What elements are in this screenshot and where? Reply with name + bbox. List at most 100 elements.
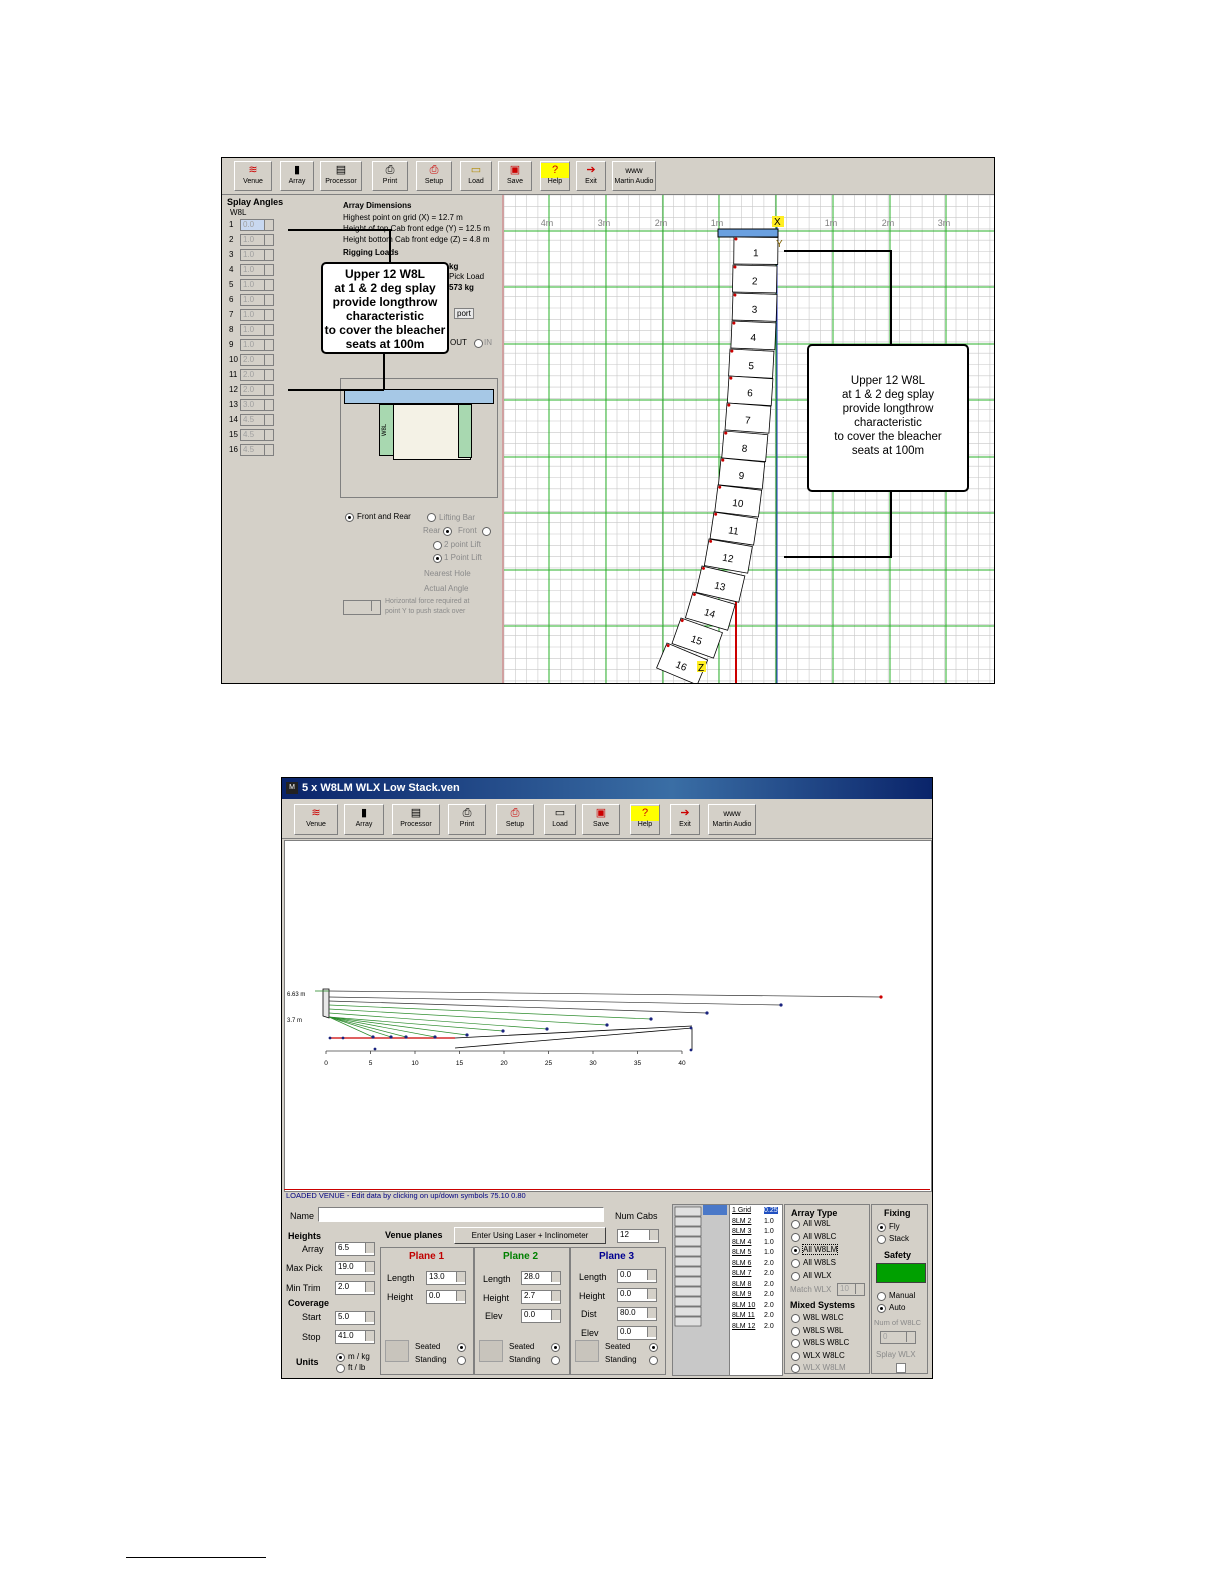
min-trim-label: Min Trim <box>286 1283 321 1293</box>
array-type-radio[interactable] <box>791 1259 800 1268</box>
mixed-systems-label: Mixed Systems <box>790 1300 856 1310</box>
cabinet-thumbnail <box>674 1306 702 1317</box>
unit-metric-radio[interactable] <box>336 1353 345 1362</box>
cabinet-list-angle[interactable]: 2.0 <box>764 1323 774 1330</box>
venue-button[interactable]: ≋ Venue <box>294 804 338 835</box>
array-type-radio[interactable] <box>791 1220 800 1229</box>
plane-3-dist-spinner[interactable]: 80.0 <box>617 1307 657 1321</box>
stop-spinner[interactable]: 41.0 <box>335 1330 375 1344</box>
plane-3-standing: Standing <box>605 1355 637 1364</box>
cabinet-list-name[interactable]: 8LM 7 <box>732 1270 751 1277</box>
plane-2-box: Plane 2 Length 28.0 Height 2.7 Elev 0.0 … <box>474 1247 570 1375</box>
cabinet-list-angle[interactable]: 1.0 <box>764 1218 774 1225</box>
cabinet-list-name[interactable]: 1 Grid <box>732 1207 751 1214</box>
cabinet-list-name[interactable]: 8LM 3 <box>732 1228 751 1235</box>
min-trim-spinner[interactable]: 2.0 <box>335 1281 375 1295</box>
save-button[interactable]: ▣ Save <box>582 804 620 835</box>
plane-3-standing-radio[interactable] <box>649 1356 658 1365</box>
plane-3-elev-spinner[interactable]: 0.0 <box>617 1326 657 1340</box>
plane-3-seated-radio[interactable] <box>649 1343 658 1352</box>
plane-1-length-spinner[interactable]: 13.0 <box>426 1271 466 1285</box>
cabinet-number: 3 <box>752 305 758 316</box>
array-type-radio[interactable] <box>791 1272 800 1281</box>
plane-2-elev-spinner[interactable]: 0.0 <box>521 1309 561 1323</box>
cabinet-list-name[interactable]: 8LM 6 <box>732 1260 751 1267</box>
coverage-point <box>433 1035 437 1039</box>
match-wlx-spinner[interactable]: 10 <box>837 1283 865 1296</box>
grid-axis-label: 1m <box>825 218 838 228</box>
mixed-system-radio[interactable] <box>791 1351 800 1361</box>
array-type-radio[interactable] <box>791 1246 800 1255</box>
plane-3-height-spinner[interactable]: 0.0 <box>617 1288 657 1302</box>
array-height-spinner[interactable]: 6.5 <box>335 1242 375 1256</box>
mixed-system-radio[interactable] <box>791 1314 800 1323</box>
fly-radio[interactable] <box>877 1223 886 1232</box>
callout-line: to cover the bleacher <box>324 323 446 337</box>
cabinet-list-name[interactable]: 8LM 11 <box>732 1312 755 1319</box>
plane-1-height-spinner[interactable]: 0.0 <box>426 1290 466 1304</box>
laser-button[interactable]: Enter Using Laser + Inclinometer <box>454 1227 606 1244</box>
coverage-ray <box>328 996 782 1006</box>
array-type-radio[interactable] <box>791 1233 800 1242</box>
cabinet-list-angle[interactable]: 1.0 <box>764 1239 774 1246</box>
cabinet-list-angle[interactable]: 2.0 <box>764 1281 774 1288</box>
plane-outline <box>330 1025 693 1039</box>
processor-button[interactable]: ▤ Processor <box>392 804 440 835</box>
exit-button[interactable]: ➔ Exit <box>670 804 700 835</box>
cabinet-list-angle[interactable]: 2.0 <box>764 1270 774 1277</box>
cabinet-thumbnail <box>674 1206 702 1217</box>
splay-wlx-checkbox[interactable] <box>896 1363 906 1373</box>
print-button[interactable]: ⎙ Print <box>448 804 486 835</box>
cabinet-list-angle[interactable]: 2.0 <box>764 1302 774 1309</box>
unit-imperial-radio[interactable] <box>336 1364 345 1373</box>
cabinet-list[interactable]: 1 Grid 0.25 8LM 2 1.0 8LM 3 1.0 8LM 4 1.0 8LM 5 1… <box>729 1204 783 1376</box>
array-label: Array <box>355 821 373 828</box>
mixed-system-radio[interactable] <box>791 1326 800 1336</box>
mixed-system-radio[interactable] <box>791 1339 800 1348</box>
cabinet-list-angle[interactable]: 1.0 <box>764 1249 774 1256</box>
stack-radio[interactable] <box>877 1235 886 1244</box>
plane-2-seated-radio[interactable] <box>551 1343 560 1352</box>
cabinet-list-angle[interactable]: 2.0 <box>764 1291 774 1298</box>
plane-1-standing-radio[interactable] <box>457 1356 466 1365</box>
martin-audio-button[interactable]: www Martin Audio <box>708 804 756 835</box>
name-field[interactable] <box>318 1207 604 1222</box>
cabinet-list-name[interactable]: 8LM 8 <box>732 1281 751 1288</box>
cabinet-list-name[interactable]: 8LM 4 <box>732 1239 751 1246</box>
array-type-label: All W8LM <box>801 1244 839 1255</box>
plane-2-height-spinner[interactable]: 2.7 <box>521 1290 561 1304</box>
cabinet-list-name[interactable]: 8LM 9 <box>732 1291 751 1298</box>
plane-2-elev-label: Elev <box>485 1311 503 1321</box>
start-spinner[interactable]: 5.0 <box>335 1311 375 1325</box>
plane-1-seated-radio[interactable] <box>457 1343 466 1352</box>
manual-radio[interactable] <box>877 1292 886 1301</box>
plane-3-length-spinner[interactable]: 0.0 <box>617 1269 657 1283</box>
plane-1-length-label: Length <box>387 1273 415 1283</box>
plane-2-standing-radio[interactable] <box>551 1356 560 1365</box>
num-cabs-spinner[interactable]: 12 <box>617 1229 659 1243</box>
array-button[interactable]: ▮ Array <box>344 804 384 835</box>
help-button[interactable]: ? Help <box>630 804 660 835</box>
cabinet-list-name[interactable]: 8LM 2 <box>732 1218 751 1225</box>
setup-button[interactable]: ⎙ Setup <box>496 804 534 835</box>
help-label: Help <box>637 821 653 828</box>
cabinet-list-angle[interactable]: 1.0 <box>764 1228 774 1235</box>
cabinet-list-name[interactable]: 8LM 12 <box>732 1323 755 1330</box>
mixed-system-radio[interactable] <box>791 1364 800 1373</box>
callout-line: characteristic <box>345 309 425 323</box>
cabinet-list-angle[interactable]: 2.0 <box>764 1260 774 1267</box>
plane-2-length-label: Length <box>483 1274 511 1284</box>
callout-line: at 1 & 2 deg splay <box>841 389 935 401</box>
array-type-label: All W8LC <box>803 1232 837 1241</box>
cabinet-list-angle[interactable]: 2.0 <box>764 1312 774 1319</box>
cabinet-list-angle[interactable]: 0.25 <box>764 1207 778 1214</box>
load-button[interactable]: ▭ Load <box>544 804 576 835</box>
grid-axis-label: 1m <box>711 218 724 228</box>
auto-radio[interactable] <box>877 1304 886 1313</box>
cabinet-list-name[interactable]: 8LM 10 <box>732 1302 755 1309</box>
plane-2-length-spinner[interactable]: 28.0 <box>521 1271 561 1285</box>
num-w8lc-spinner[interactable]: 0 <box>880 1331 916 1344</box>
max-pick-spinner[interactable]: 19.0 <box>335 1261 375 1275</box>
cabinet-list-name[interactable]: 8LM 5 <box>732 1249 751 1256</box>
coverage-point <box>879 995 883 999</box>
